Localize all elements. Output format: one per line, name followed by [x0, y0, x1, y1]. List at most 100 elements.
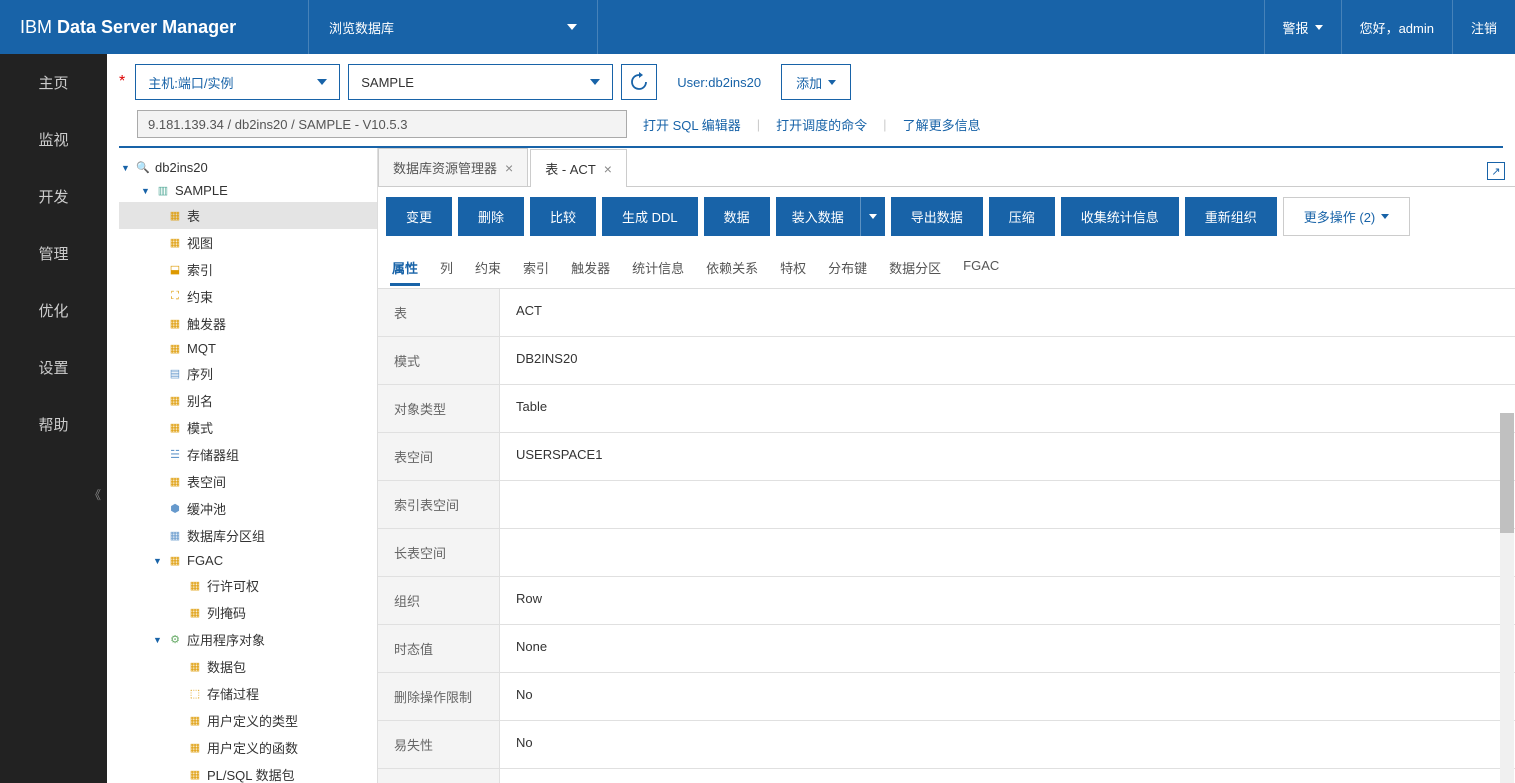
tree-views[interactable]: ▦视图 [119, 229, 377, 256]
logout-button[interactable]: 注销 [1452, 0, 1515, 54]
reorg-button[interactable]: 重新组织 [1185, 197, 1277, 236]
data-button[interactable]: 数据 [704, 197, 770, 236]
property-label: 对象类型 [378, 385, 500, 432]
tree-tables[interactable]: ▦表 [119, 202, 377, 229]
database-select[interactable]: SAMPLE [348, 64, 613, 100]
tree-indexes[interactable]: ⬓索引 [119, 256, 377, 283]
tree-db-partitions[interactable]: ▦数据库分区组 [119, 522, 377, 549]
app-header: IBM Data Server Manager 浏览数据库 警报 您好，admi… [0, 0, 1515, 54]
tree-column-mask[interactable]: ▦列掩码 [119, 599, 377, 626]
subtab-constraints[interactable]: 约束 [473, 252, 503, 286]
view-icon: ▦ [167, 236, 183, 250]
subtab-stats[interactable]: 统计信息 [630, 252, 686, 286]
subtab-indexes[interactable]: 索引 [521, 252, 551, 286]
property-label: 时态值 [378, 625, 500, 672]
tree-constraints[interactable]: ⛶约束 [119, 283, 377, 310]
tree-user-types[interactable]: ▦用户定义的类型 [119, 707, 377, 734]
tree-fgac[interactable]: ▼▦FGAC [119, 549, 377, 572]
nav-monitor[interactable]: 监视 [0, 111, 107, 168]
generate-ddl-button[interactable]: 生成 DDL [602, 197, 698, 236]
host-port-select[interactable]: 主机:端口/实例 [135, 64, 340, 100]
subtab-dist[interactable]: 分布键 [826, 252, 869, 286]
tree-schemas[interactable]: ▦模式 [119, 414, 377, 441]
property-value: No [500, 673, 1515, 720]
collapse-sidebar-icon[interactable]: 《 [89, 486, 101, 503]
browse-database-dropdown[interactable]: 浏览数据库 [308, 0, 598, 54]
connection-info-row: 9.181.139.34 / db2ins20 / SAMPLE - V10.5… [107, 110, 1515, 146]
chevron-down-icon [1381, 214, 1389, 219]
compress-button[interactable]: 压缩 [989, 197, 1055, 236]
stats-button[interactable]: 收集统计信息 [1061, 197, 1179, 236]
tree-plsql[interactable]: ▦PL/SQL 数据包 [119, 761, 377, 783]
property-value: DB2INS20 [500, 337, 1515, 384]
tree-storage-groups[interactable]: ☱存储器组 [119, 441, 377, 468]
subtab-fgac[interactable]: FGAC [961, 252, 1001, 286]
tree-user-funcs[interactable]: ▦用户定义的函数 [119, 734, 377, 761]
chevron-down-icon [1315, 25, 1323, 30]
nav-help[interactable]: 帮助 [0, 396, 107, 453]
tree-stored-proc[interactable]: ⬚存储过程 [119, 680, 377, 707]
property-row: 对象类型Table [378, 385, 1515, 433]
property-value [500, 481, 1515, 528]
refresh-button[interactable] [621, 64, 657, 100]
tree-mqt[interactable]: ▦MQT [119, 337, 377, 360]
user-greeting[interactable]: 您好，admin [1341, 0, 1452, 54]
close-icon[interactable]: × [604, 161, 612, 177]
property-row: 易失性No [378, 721, 1515, 769]
alerts-button[interactable]: 警报 [1264, 0, 1341, 54]
editor-tabs: 数据库资源管理器 × 表 - ACT × ↗ [378, 148, 1515, 187]
table-icon: ▦ [167, 209, 183, 223]
alter-button[interactable]: 变更 [386, 197, 452, 236]
compare-button[interactable]: 比较 [530, 197, 596, 236]
add-button[interactable]: 添加 [781, 64, 851, 100]
more-info-link[interactable]: 了解更多信息 [903, 115, 981, 134]
more-actions-button[interactable]: 更多操作 (2) [1283, 197, 1411, 236]
nav-home[interactable]: 主页 [0, 54, 107, 111]
nav-manage[interactable]: 管理 [0, 225, 107, 282]
popout-button[interactable]: ↗ [1487, 162, 1505, 180]
load-data-button[interactable]: 装入数据 [776, 197, 885, 236]
subtab-columns[interactable]: 列 [438, 252, 455, 286]
subtab-properties[interactable]: 属性 [390, 252, 420, 286]
tree-tablespaces[interactable]: ▦表空间 [119, 468, 377, 495]
trigger-icon: ▦ [167, 317, 183, 331]
open-schedule-link[interactable]: 打开调度的命令 [776, 115, 867, 134]
property-row: 表ACT [378, 289, 1515, 337]
subtab-triggers[interactable]: 触发器 [569, 252, 612, 286]
instance-icon: 🔍 [135, 161, 151, 175]
chevron-down-icon[interactable] [860, 197, 885, 236]
tab-db-explorer[interactable]: 数据库资源管理器 × [378, 148, 528, 186]
property-label: 值压缩 [378, 769, 500, 783]
tab-table-act[interactable]: 表 - ACT × [530, 149, 627, 187]
tree-bufferpools[interactable]: ⬢缓冲池 [119, 495, 377, 522]
tree-app-objects[interactable]: ▼⚙应用程序对象 [119, 626, 377, 653]
scrollbar-thumb[interactable] [1500, 413, 1514, 533]
nav-settings[interactable]: 设置 [0, 339, 107, 396]
package-icon: ▦ [187, 660, 203, 674]
property-value [500, 529, 1515, 576]
close-icon[interactable]: × [505, 160, 513, 176]
property-value: USERSPACE1 [500, 433, 1515, 480]
export-button[interactable]: 导出数据 [891, 197, 983, 236]
subtab-part[interactable]: 数据分区 [887, 252, 943, 286]
scrollbar[interactable] [1500, 413, 1514, 783]
tree-aliases[interactable]: ▦别名 [119, 387, 377, 414]
tree-database[interactable]: ▼▥SAMPLE [119, 179, 377, 202]
nav-optimize[interactable]: 优化 [0, 282, 107, 339]
property-label: 模式 [378, 337, 500, 384]
tree-instance[interactable]: ▼🔍db2ins20 [119, 156, 377, 179]
subtab-deps[interactable]: 依赖关系 [704, 252, 760, 286]
property-row: 时态值None [378, 625, 1515, 673]
drop-button[interactable]: 删除 [458, 197, 524, 236]
tree-sequences[interactable]: ▤序列 [119, 360, 377, 387]
tree-triggers[interactable]: ▦触发器 [119, 310, 377, 337]
tree-packages[interactable]: ▦数据包 [119, 653, 377, 680]
connection-string-field[interactable]: 9.181.139.34 / db2ins20 / SAMPLE - V10.5… [137, 110, 627, 138]
subtab-priv[interactable]: 特权 [778, 252, 808, 286]
connection-toolbar: * 主机:端口/实例 SAMPLE User:db2ins20 添加 [107, 54, 1515, 110]
open-sql-link[interactable]: 打开 SQL 编辑器 [643, 115, 741, 134]
property-row: 索引表空间 [378, 481, 1515, 529]
user-label: User:db2ins20 [677, 75, 761, 90]
nav-develop[interactable]: 开发 [0, 168, 107, 225]
tree-row-permission[interactable]: ▦行许可权 [119, 572, 377, 599]
